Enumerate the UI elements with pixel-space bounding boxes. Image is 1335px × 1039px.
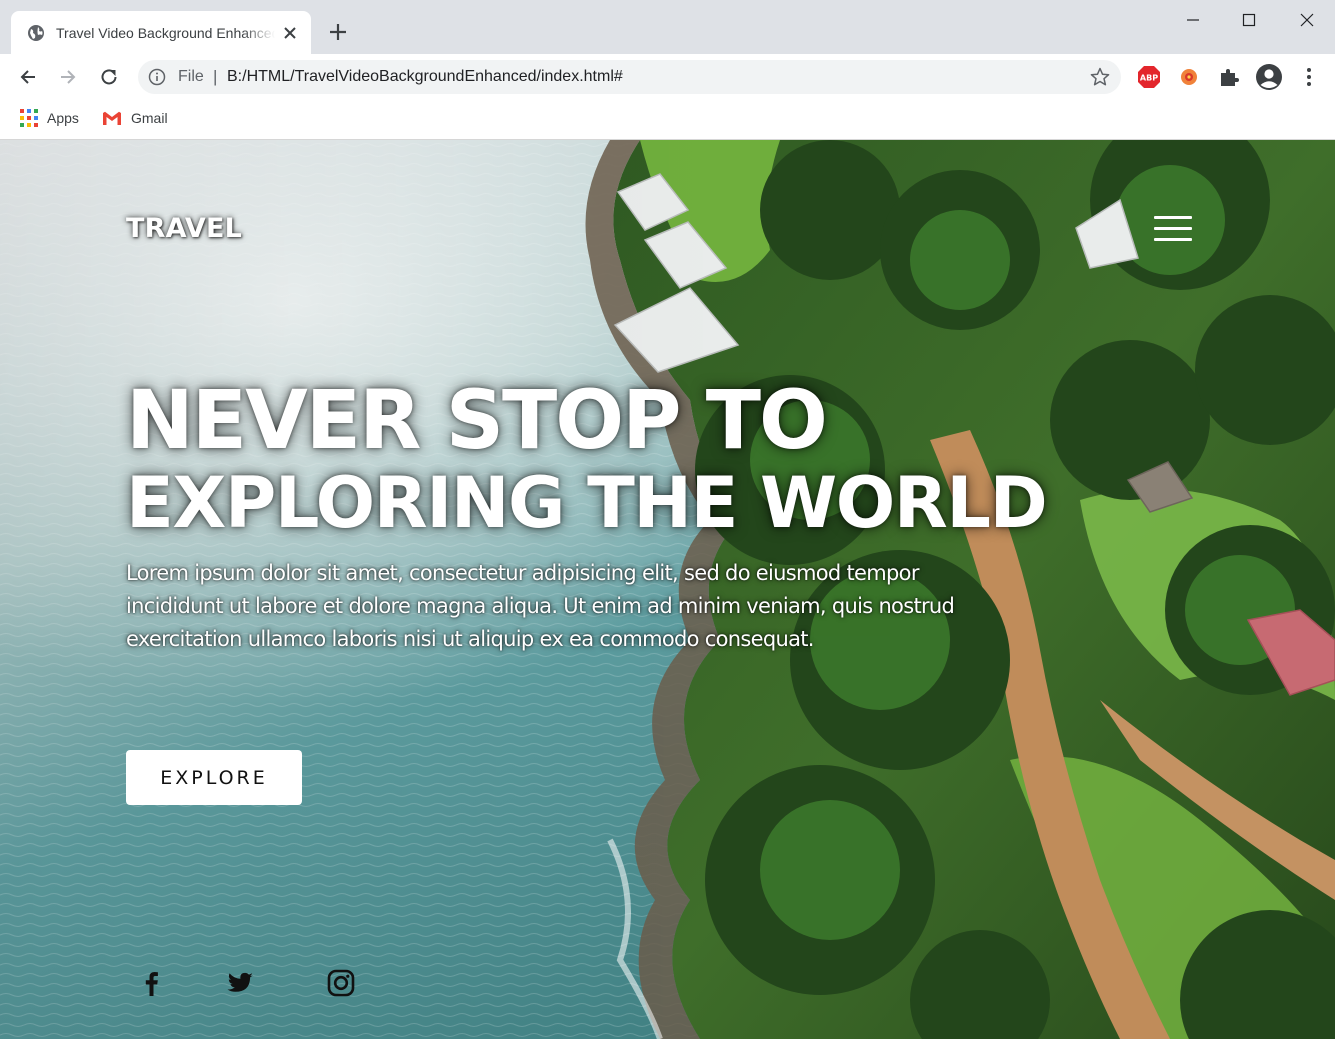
twitter-icon[interactable] [225, 968, 255, 998]
maximize-window-icon[interactable] [1237, 8, 1261, 32]
hero-content: NEVER STOP TO EXPLORING THE WORLD Lorem … [126, 373, 1126, 656]
info-circle-icon[interactable] [148, 68, 166, 86]
hero-description: Lorem ipsum dolor sit amet, consectetur … [126, 561, 955, 651]
back-arrow-icon[interactable] [15, 64, 41, 90]
facebook-icon[interactable] [137, 968, 167, 998]
extensions-puzzle-icon[interactable] [1216, 64, 1242, 90]
profile-avatar-icon[interactable] [1255, 63, 1283, 91]
browser-tab-active[interactable]: Travel Video Background Enhanced [11, 11, 311, 54]
bookmark-apps-label: Apps [47, 110, 79, 126]
bookmark-gmail[interactable]: Gmail [102, 107, 168, 129]
apps-grid-icon [20, 109, 38, 127]
bookmarks-bar: Apps Gmail [0, 100, 1335, 140]
bookmark-star-icon[interactable] [1089, 66, 1111, 88]
explore-button[interactable]: EXPLORE [126, 750, 302, 805]
hero-headline-line1: NEVER STOP TO [126, 374, 828, 468]
more-menu-icon[interactable] [1296, 64, 1322, 90]
hero-headline-line2: EXPLORING THE WORLD [126, 462, 1048, 544]
url-text[interactable]: B:/HTML/TravelVideoBackgroundEnhanced/in… [227, 68, 623, 86]
close-tab-icon[interactable] [281, 24, 299, 42]
forward-arrow-icon[interactable] [55, 64, 81, 90]
address-bar[interactable]: File | B:/HTML/TravelVideoBackgroundEnha… [138, 60, 1121, 94]
instagram-icon[interactable] [326, 968, 356, 998]
bookmark-apps[interactable]: Apps [20, 107, 79, 129]
site-logo[interactable]: TRAVEL [126, 213, 242, 244]
bookmark-gmail-label: Gmail [131, 110, 168, 126]
scheme-label: File [178, 68, 204, 85]
browser-tab-strip: Travel Video Background Enhanced [0, 0, 1335, 54]
close-window-icon[interactable] [1295, 8, 1319, 32]
page-viewport: TRAVEL NEVER STOP TO EXPLORING THE WORLD… [0, 140, 1335, 1039]
minimize-window-icon[interactable] [1181, 8, 1205, 32]
new-tab-plus-icon[interactable] [327, 21, 349, 43]
extension-orange-icon[interactable] [1176, 64, 1202, 90]
reload-icon[interactable] [96, 64, 122, 90]
gmail-icon [103, 111, 121, 125]
adblock-label: ABP [1140, 74, 1158, 83]
globe-icon [28, 24, 44, 41]
tab-title: Travel Video Background Enhanced [56, 24, 275, 41]
scheme-separator: | [213, 67, 218, 86]
hamburger-menu-icon[interactable] [1153, 214, 1193, 244]
adblock-extension-icon[interactable]: ABP [1136, 64, 1162, 90]
browser-toolbar: File | B:/HTML/TravelVideoBackgroundEnha… [0, 54, 1335, 100]
